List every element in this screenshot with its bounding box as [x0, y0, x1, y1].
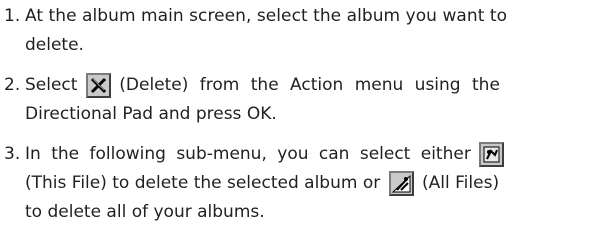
all-files-icon [388, 171, 414, 196]
step-1: 1. At the album main screen, select the a… [0, 2, 593, 60]
step-3: 3. In the following sub-menu, you can sel… [0, 140, 593, 227]
step-1-line-2: delete. [0, 31, 593, 60]
instruction-list: 1. At the album main screen, select the a… [0, 0, 593, 225]
this-file-icon [479, 142, 505, 167]
step-3-text-b: (All Files) [422, 173, 500, 193]
step-3-line-1: 3. In the following sub-menu, you can sel… [0, 140, 593, 169]
step-1-text: At the album main screen, select the alb… [25, 6, 508, 26]
step-3-text-a: (This File) to delete the selected album… [25, 173, 381, 193]
delete-x-icon [85, 73, 111, 98]
step-2-text: (Delete) from the Action menu using the [119, 75, 500, 95]
step-3-text-continued: to delete all of your albums. [25, 202, 265, 222]
step-3-text: In the following sub-menu, you can selec… [25, 144, 471, 164]
step-1-number: 1. [4, 6, 21, 26]
step-3-line-3: to delete all of your albums. [0, 198, 593, 227]
step-3-line-2: (This File) to delete the selected album… [0, 169, 593, 198]
step-2: 2. Select (Delete) from the Action menu u… [0, 71, 593, 129]
step-1-line-1: 1. At the album main screen, select the a… [0, 2, 593, 31]
step-1-text-continued: delete. [25, 35, 84, 55]
step-2-number: 2. [4, 75, 21, 95]
step-2-line-2: Directional Pad and press OK. [0, 100, 593, 129]
step-2-line-1: 2. Select (Delete) from the Action menu u… [0, 71, 593, 100]
step-2-select-word: Select [25, 75, 78, 95]
step-2-text-continued: Directional Pad and press OK. [25, 104, 277, 124]
step-3-number: 3. [4, 144, 21, 164]
